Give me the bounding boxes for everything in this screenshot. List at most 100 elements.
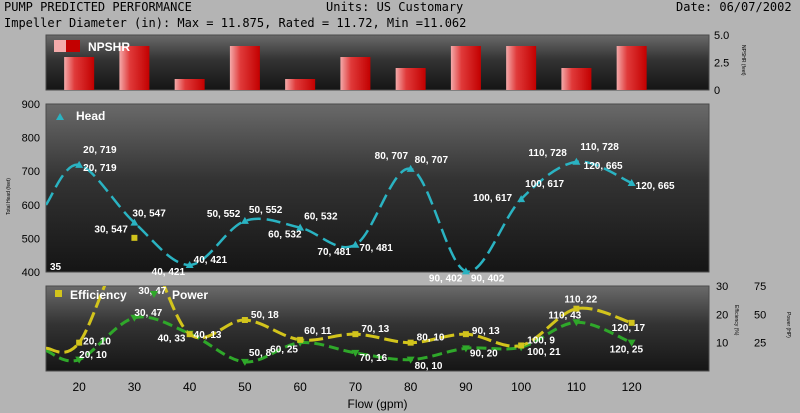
head-data-label: 50, 552 [249, 205, 283, 216]
power-axis-label: Power (HP) [785, 312, 791, 338]
power-data-label: 110, 43 [548, 310, 581, 321]
efficiency-point [407, 339, 414, 346]
head-data-label: 100, 617 [473, 193, 512, 204]
efficiency-point [241, 317, 248, 323]
head-tick-label: 600 [22, 200, 40, 212]
efficiency-point [297, 336, 304, 343]
npshr-bar [64, 57, 95, 90]
head-tick-label: 500 [22, 233, 40, 245]
efficiency-data-label: 110, 22 [564, 295, 597, 306]
power-data-label: 120, 25 [610, 345, 644, 356]
head-data-label: 30, 547 [94, 225, 128, 236]
x-tick-label: 90 [459, 380, 473, 394]
power-tick-label: 25 [754, 338, 766, 350]
npshr-tick-label: 0 [714, 85, 720, 97]
efficiency-point [186, 331, 193, 338]
npshr-bar [285, 79, 316, 90]
npshr-bar [506, 46, 537, 90]
head-data-label: 90, 402 [429, 273, 463, 284]
x-tick-label: 80 [404, 380, 418, 394]
efficiency-point [131, 234, 138, 241]
head-data-label: 100, 617 [525, 179, 564, 190]
npshr-bar [340, 57, 371, 90]
pump-performance-window: PUMP PREDICTED PERFORMANCE Units: US Cus… [0, 0, 800, 413]
head-data-label: 90, 402 [471, 273, 505, 284]
efficiency-data-label: 20, 10 [83, 337, 111, 348]
x-axis-label: Flow (gpm) [347, 397, 407, 411]
head-axis-label: Total Head (feet) [6, 178, 12, 215]
head-data-label: 50, 552 [207, 209, 241, 220]
head-tick-label: 800 [22, 133, 40, 145]
x-tick-label: 70 [349, 380, 363, 394]
power-tick-label: 50 [754, 309, 766, 321]
x-tick-label: 110 [567, 380, 586, 394]
x-tick-label: 50 [238, 380, 252, 394]
efficiency-legend-label: Efficiency [70, 288, 127, 302]
efficiency-data-label: 80, 10 [417, 333, 445, 344]
efficiency-point [76, 339, 83, 346]
npshr-bar [561, 68, 592, 90]
npshr-tick-label: 5.0 [714, 30, 729, 42]
head-data-label: 80, 707 [375, 151, 409, 162]
efficiency-point [352, 331, 359, 338]
head-data-label: 120, 665 [636, 181, 675, 192]
npshr-bar [450, 46, 481, 90]
head-data-label: 80, 707 [415, 155, 449, 166]
head-data-label: 70, 481 [317, 247, 351, 258]
npshr-axis-label: NPSHR (feet) [740, 45, 746, 76]
efficiency-data-label: 120, 17 [612, 323, 646, 334]
npshr-legend-swatch-light [54, 40, 66, 52]
head-data-label: 40, 421 [152, 267, 186, 278]
x-tick-label: 30 [128, 380, 142, 394]
npshr-bar [229, 46, 260, 90]
head-data-label: 110, 728 [580, 142, 619, 153]
power-data-label: 30, 47 [134, 308, 162, 319]
npshr-tick-label: 2.5 [714, 58, 729, 70]
power-data-label: 80, 10 [415, 361, 443, 372]
power-data-label: 60, 25 [270, 345, 298, 356]
x-tick-label: 100 [511, 380, 531, 394]
efficiency-data-label: 40, 13 [194, 330, 222, 341]
npshr-bar [616, 46, 647, 90]
efficiency-data-label: 90, 13 [472, 326, 500, 337]
head-data-label: 30, 547 [132, 209, 166, 220]
head-data-label: 20, 719 [83, 145, 117, 156]
efficiency-data-label: 60, 11 [304, 326, 332, 337]
head-legend-label: Head [76, 109, 105, 123]
efficiency-point [462, 331, 469, 338]
power-data-label: 20, 10 [79, 350, 107, 361]
head-edge-label: 35 [50, 262, 62, 273]
efficiency-legend-marker [55, 290, 62, 297]
head-data-label: 60, 532 [304, 212, 338, 223]
head-tick-label: 900 [22, 99, 40, 111]
performance-chart: NPSHR 5.0 2.5 0 NPSHR (feet) 20, 719 20, 719 30… [6, 30, 791, 411]
power-legend-label: Power [172, 288, 208, 302]
head-data-label: 70, 481 [359, 243, 393, 254]
head-data-label: 40, 421 [194, 255, 228, 266]
efficiency-point [518, 342, 525, 349]
npshr-legend-label: NPSHR [88, 40, 130, 54]
efficiency-tick-label: 10 [716, 338, 728, 350]
x-tick-label: 60 [293, 380, 307, 394]
head-tick-label: 700 [22, 166, 40, 178]
efficiency-data-label: 70, 13 [361, 324, 389, 335]
head-data-label: 120, 665 [584, 161, 623, 172]
x-tick-label: 20 [72, 380, 86, 394]
head-data-label: 60, 532 [268, 230, 302, 241]
efficiency-data-label: 100, 9 [527, 336, 555, 347]
npshr-bar [174, 79, 205, 90]
x-tick-label: 120 [622, 380, 642, 394]
efficiency-tick-label: 20 [716, 309, 728, 321]
power-data-label: 70, 16 [359, 353, 387, 364]
efficiency-axis-label: Efficiency (%) [733, 305, 739, 336]
power-data-label: 50, 8 [249, 348, 272, 359]
npshr-legend-swatch-dark [66, 40, 80, 52]
power-data-label: 90, 20 [470, 348, 498, 359]
head-data-label: 20, 719 [83, 163, 117, 174]
power-data-label: 100, 21 [527, 347, 561, 358]
power-tick-label: 75 [754, 281, 766, 293]
head-tick-label: 400 [22, 267, 40, 279]
x-tick-label: 40 [183, 380, 197, 394]
efficiency-data-label: 50, 18 [251, 310, 279, 321]
head-data-label: 110, 728 [528, 148, 567, 159]
